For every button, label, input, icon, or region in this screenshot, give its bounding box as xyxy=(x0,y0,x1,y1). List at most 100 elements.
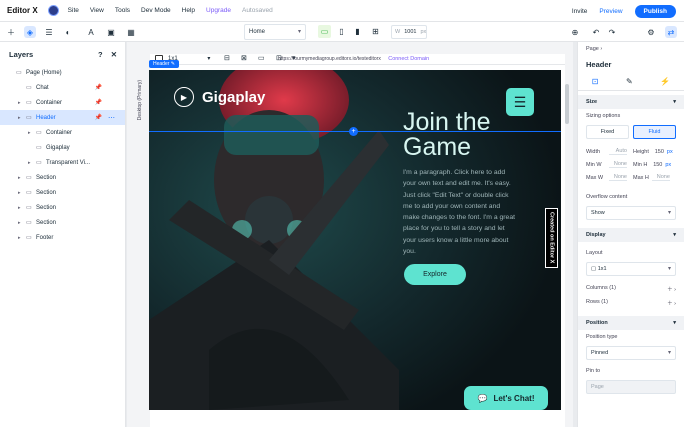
breadcrumb[interactable]: Page › xyxy=(578,42,684,56)
position-section-header[interactable]: Position ▾ xyxy=(578,316,684,330)
width-field[interactable]: W 1001 px xyxy=(391,25,427,39)
hero-paragraph[interactable]: I'm a paragraph. Click here to add your … xyxy=(403,167,518,257)
layer-row[interactable]: ▸ ▭ Container 📌 xyxy=(0,95,125,110)
layer-row[interactable]: ▭ Page (Home) xyxy=(0,65,125,80)
redo-icon[interactable]: ↷ xyxy=(606,26,618,38)
mobile-breakpoint-icon[interactable]: ▮ xyxy=(351,25,364,38)
properties-panel-icon[interactable]: ⇄ xyxy=(665,26,677,38)
pin-icon[interactable]: 📌 xyxy=(95,84,102,91)
grid-icon[interactable]: ⊟ xyxy=(224,54,230,62)
comment-icon[interactable]: ▭ xyxy=(258,54,265,62)
layer-row[interactable]: ▸ ▭ Section xyxy=(0,215,125,230)
expand-arrow-icon[interactable]: ▸ xyxy=(18,100,26,106)
min-width-input[interactable]: None xyxy=(609,161,627,168)
desktop-breakpoint-icon[interactable]: ▭ xyxy=(318,25,331,38)
add-icon[interactable]: ＋ xyxy=(5,26,17,38)
invite-button[interactable]: Invite xyxy=(572,8,588,15)
menu-view[interactable]: View xyxy=(90,7,104,14)
more-options-icon[interactable]: ⋯ xyxy=(108,114,115,122)
layer-label: Page (Home) xyxy=(26,69,62,76)
layer-row[interactable]: ▭ Gigaplay xyxy=(0,140,125,155)
expand-arrow-icon[interactable]: ▸ xyxy=(28,130,36,136)
workspace-icon[interactable] xyxy=(47,5,59,16)
add-column-icon[interactable]: ＋ › xyxy=(667,285,676,293)
preview-button[interactable]: Preview xyxy=(599,8,622,15)
height-unit[interactable]: px xyxy=(667,149,673,155)
pin-icon[interactable]: 📌 xyxy=(95,99,102,106)
headline[interactable]: Join the Game xyxy=(403,110,491,160)
chevron-down-icon: ▾ xyxy=(667,266,671,272)
height-input[interactable]: 150 xyxy=(652,149,664,155)
overflow-value: Show xyxy=(591,210,605,216)
layer-row[interactable]: ▸ ▭ Section xyxy=(0,200,125,215)
pin-to-dropdown[interactable]: Page xyxy=(586,380,676,394)
interactions-tab-icon[interactable]: ⚡ xyxy=(660,77,670,86)
undo-icon[interactable]: ↶ xyxy=(590,26,602,38)
menu-dev-mode[interactable]: Dev Mode xyxy=(141,7,171,14)
layout-tab-icon[interactable]: ⊡ xyxy=(592,77,599,86)
size-section-header[interactable]: Size ▾ xyxy=(578,95,684,109)
menu-site[interactable]: Site xyxy=(68,7,79,14)
width-input[interactable]: Auto xyxy=(609,148,627,155)
explore-button[interactable]: Explore xyxy=(404,264,466,285)
breadcrumb-page: Page xyxy=(586,46,599,52)
expand-arrow-icon[interactable]: ▸ xyxy=(18,175,26,181)
position-type-dropdown[interactable]: Pinned ▾ xyxy=(586,346,676,360)
tablet-breakpoint-icon[interactable]: ▯ xyxy=(335,25,348,38)
add-section-icon[interactable]: + xyxy=(349,127,358,136)
table-icon[interactable]: ▦ xyxy=(125,26,137,38)
zoom-icon[interactable]: ⊕ xyxy=(569,26,581,38)
layer-type-icon: ▭ xyxy=(26,100,32,106)
layer-row[interactable]: ▸ ▭ Header 📌 ⋯ xyxy=(0,110,125,125)
expand-arrow-icon[interactable]: ▸ xyxy=(18,220,26,226)
pin-icon[interactable]: 📌 xyxy=(95,114,102,121)
layer-row[interactable]: ▭ Chat 📌 xyxy=(0,80,125,95)
logo-text: Gigaplay xyxy=(202,88,266,106)
max-width-input[interactable]: None xyxy=(609,174,627,181)
page-selector[interactable]: Home ▾ xyxy=(244,24,306,40)
overflow-dropdown[interactable]: Show ▾ xyxy=(586,206,676,220)
connect-domain-link[interactable]: Connect Domain xyxy=(388,56,429,62)
autosaved-status: Autosaved xyxy=(241,7,273,14)
hero-logo[interactable]: ▶ Gigaplay xyxy=(174,87,265,107)
min-height-input[interactable]: 150 xyxy=(650,162,662,168)
menu-tools[interactable]: Tools xyxy=(115,7,130,14)
design-tab-icon[interactable]: ✎ xyxy=(626,77,633,86)
fixed-option[interactable]: Fixed xyxy=(586,125,629,139)
publish-button[interactable]: Publish xyxy=(634,5,676,18)
expand-arrow-icon[interactable]: ▸ xyxy=(18,205,26,211)
menu-help[interactable]: Help xyxy=(182,7,195,14)
text-style-icon[interactable]: A xyxy=(85,26,97,38)
pin-to-value: Page xyxy=(591,384,604,390)
add-breakpoint-icon[interactable]: ⊞ xyxy=(369,25,382,38)
layer-row[interactable]: ▸ ▭ Section xyxy=(0,185,125,200)
expand-arrow-icon[interactable]: ▸ xyxy=(18,190,26,196)
min-height-unit[interactable]: px xyxy=(665,162,671,168)
hamburger-menu-button[interactable]: ☰ xyxy=(506,88,534,116)
align-icon[interactable]: ⊠ xyxy=(241,54,247,62)
inspector-toggle-icon[interactable]: ⚙ xyxy=(645,26,657,38)
layer-row[interactable]: ▸ ▭ Container xyxy=(0,125,125,140)
hero-section[interactable]: ▶ Gigaplay ☰ + Join the Game I'm a parag… xyxy=(149,70,561,410)
expand-arrow-icon[interactable]: ▸ xyxy=(18,115,26,121)
add-row-icon[interactable]: ＋ › xyxy=(667,299,676,307)
layout-dropdown[interactable]: ▢ 1x1 ▾ xyxy=(586,262,676,276)
layers-icon[interactable]: ◈ xyxy=(24,26,36,38)
layer-row[interactable]: ▸ ▭ Transparent Vi... xyxy=(0,155,125,170)
expand-arrow-icon[interactable]: ▸ xyxy=(18,235,26,241)
layer-row[interactable]: ▸ ▭ Section xyxy=(0,170,125,185)
fluid-option[interactable]: Fluid xyxy=(633,125,676,139)
menu-upgrade[interactable]: Upgrade xyxy=(206,7,231,14)
canvas-scrollbar[interactable] xyxy=(565,84,569,124)
help-icon[interactable]: ? xyxy=(98,50,103,59)
display-section-header[interactable]: Display ▾ xyxy=(578,228,684,242)
close-icon[interactable]: ✕ xyxy=(111,50,117,59)
layer-row[interactable]: ▸ ▭ Footer xyxy=(0,230,125,245)
expand-arrow-icon[interactable]: ▸ xyxy=(28,160,36,166)
chat-button[interactable]: 💬 Let's Chat! xyxy=(464,386,548,410)
pages-icon[interactable]: ☰ xyxy=(43,26,55,38)
max-height-input[interactable]: None xyxy=(651,174,670,181)
theme-icon[interactable]: ◐ xyxy=(62,26,74,38)
header-tag[interactable]: Header ✎ xyxy=(149,60,179,68)
media-icon[interactable]: ▣ xyxy=(105,26,117,38)
